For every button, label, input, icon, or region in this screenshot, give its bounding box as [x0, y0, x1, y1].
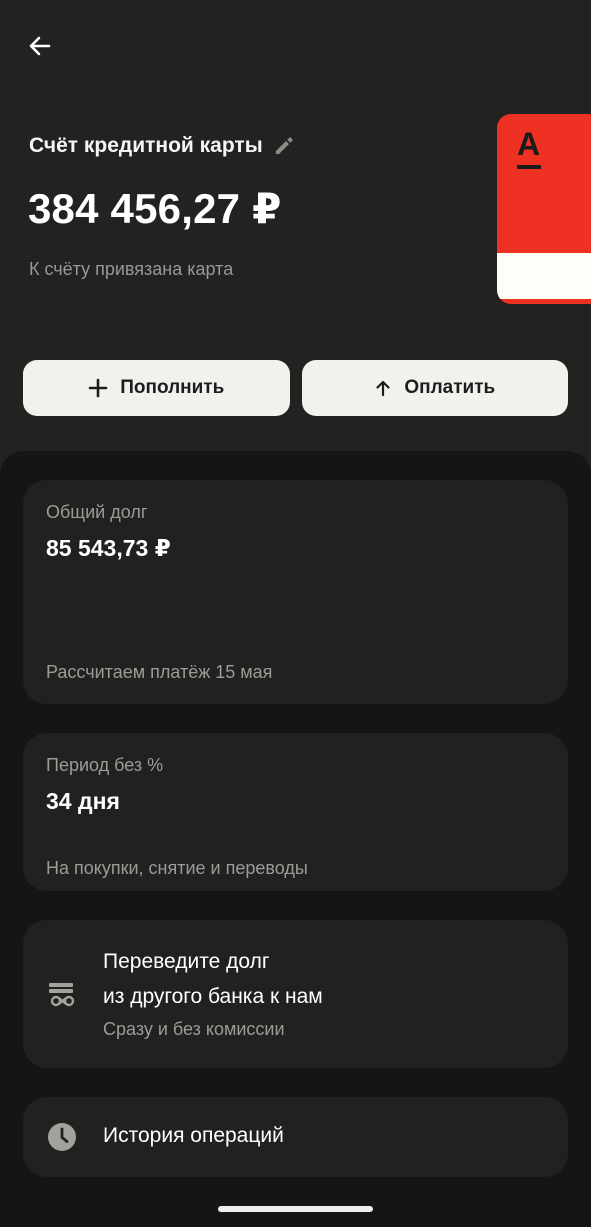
- total-debt-value: 85 543,73 ₽: [46, 535, 171, 561]
- account-title: Счёт кредитной карты: [29, 134, 263, 157]
- account-title-row: Счёт кредитной карты: [29, 134, 297, 158]
- back-button[interactable]: [22, 28, 58, 64]
- top-up-label: Пополнить: [120, 377, 225, 398]
- home-indicator[interactable]: [218, 1206, 373, 1212]
- account-balance: 384 456,27 ₽: [28, 185, 282, 232]
- grace-period-value: 34 дня: [46, 788, 120, 814]
- debt-transfer-title-line1: Переведите долг: [103, 950, 270, 973]
- edit-button[interactable]: [273, 134, 297, 158]
- arrow-up-icon: [376, 380, 390, 397]
- operations-history-item[interactable]: История операций: [23, 1097, 568, 1177]
- card-linked-hint: К счёту привязана карта: [29, 259, 234, 279]
- grace-period-label: Период без %: [46, 755, 164, 775]
- payment-date-note: Рассчитаем платёж 15 мая: [46, 662, 273, 682]
- grace-period-note: На покупки, снятие и переводы: [46, 858, 308, 878]
- clock-icon: [48, 1123, 76, 1151]
- bank-logo: А: [517, 126, 541, 162]
- pencil-icon: [275, 137, 293, 154]
- debt-transfer-title-line2: из другого банка к нам: [103, 985, 323, 1008]
- arrow-left-icon: [29, 36, 51, 56]
- operations-history-label: История операций: [103, 1124, 284, 1147]
- total-debt-label: Общий долг: [46, 502, 148, 522]
- grace-period-card[interactable]: Период без % 34 дня На покупки, снятие и…: [23, 733, 568, 891]
- total-debt-card[interactable]: Общий долг 85 543,73 ₽ Рассчитаем платёж…: [23, 480, 568, 704]
- debt-transfer-icon: [49, 983, 75, 1007]
- card-strip: [497, 253, 591, 299]
- plus-icon: [88, 378, 108, 398]
- action-buttons: Пополнить Оплатить: [23, 360, 568, 416]
- pay-button[interactable]: Оплатить: [301, 360, 568, 416]
- bank-logo-underline: [517, 165, 541, 169]
- debt-transfer-subtitle: Сразу и без комиссии: [103, 1019, 285, 1039]
- top-up-button[interactable]: Пополнить: [23, 360, 290, 416]
- linked-card-thumbnail[interactable]: А: [497, 114, 591, 304]
- debt-transfer-card[interactable]: Переведите долг из другого банка к нам С…: [23, 920, 568, 1068]
- debt-transfer-title: Переведите долг из другого банка к нам: [103, 944, 323, 1014]
- pay-label: Оплатить: [404, 377, 496, 398]
